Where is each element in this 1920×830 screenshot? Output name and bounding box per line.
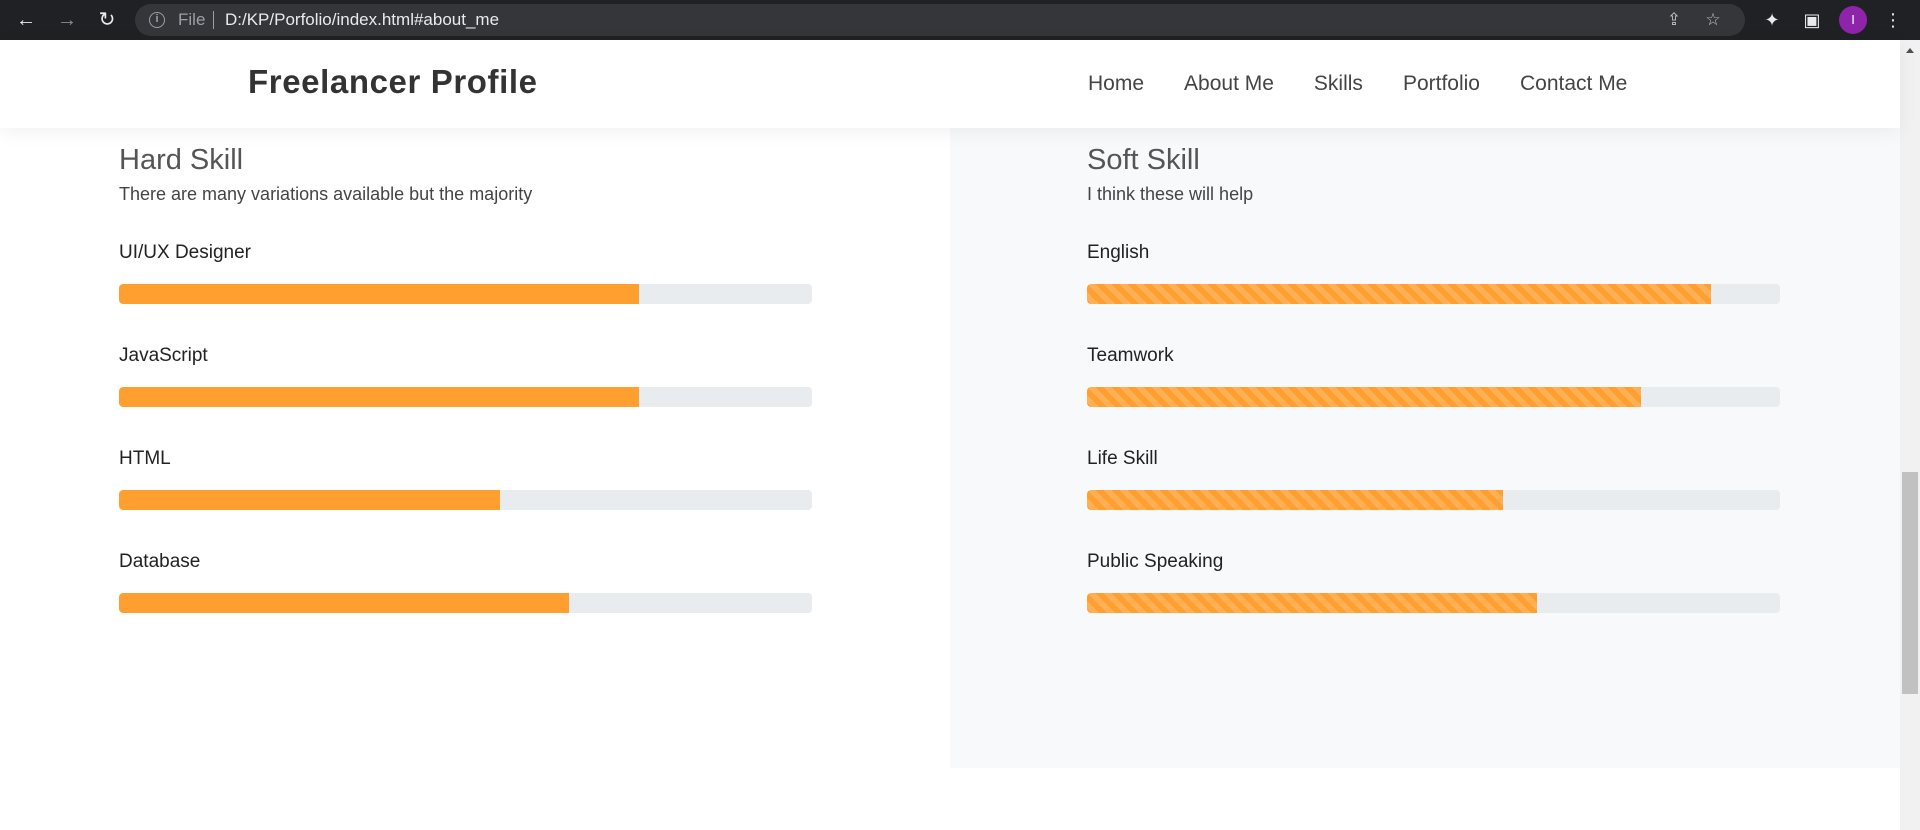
progress-track	[1087, 490, 1780, 510]
skill-item: JavaScript	[119, 308, 812, 411]
skill-item: English	[1087, 205, 1780, 308]
progress-fill	[119, 593, 570, 613]
skill-item: Teamwork	[1087, 308, 1780, 411]
progress-fill	[1087, 387, 1642, 407]
progress-fill	[1087, 593, 1538, 613]
nav-skills[interactable]: Skills	[1314, 71, 1363, 97]
reload-icon[interactable]: ↻	[91, 4, 123, 36]
nav-contact-me[interactable]: Contact Me	[1520, 71, 1627, 97]
share-icon[interactable]: ⇪	[1662, 8, 1686, 32]
progress-fill	[1087, 490, 1503, 510]
skill-item: HTML	[119, 411, 812, 514]
menu-kebab-icon[interactable]: ⋮	[1877, 4, 1909, 36]
soft-skill-subtitle: I think these will help	[1087, 184, 1254, 204]
url-text[interactable]: D:/KP/Porfolio/index.html#about_me	[225, 10, 499, 30]
skill-item: Database	[119, 514, 812, 617]
skill-item: Public Speaking	[1087, 514, 1780, 617]
scheme-label: File	[178, 10, 206, 29]
main-nav: Home About Me Skills Portfolio Contact M…	[1088, 71, 1627, 97]
skill-name: Database	[119, 551, 201, 572]
skill-name: Public Speaking	[1087, 551, 1224, 572]
scroll-up-arrow-icon[interactable]	[1906, 48, 1914, 53]
skill-name: JavaScript	[119, 345, 208, 366]
hard-skill-title: Hard Skill	[119, 144, 244, 176]
info-icon[interactable]: i	[149, 12, 165, 28]
forward-icon[interactable]: →	[51, 4, 83, 36]
progress-track	[1087, 284, 1780, 304]
progress-track	[119, 387, 812, 407]
soft-skill-title: Soft Skill	[1087, 144, 1200, 176]
extensions-icon[interactable]: ✦	[1756, 4, 1788, 36]
profile-avatar[interactable]: I	[1839, 6, 1867, 34]
skill-name: English	[1087, 242, 1150, 263]
back-icon[interactable]: ←	[10, 4, 42, 36]
skill-item: Life Skill	[1087, 411, 1780, 514]
progress-track	[1087, 387, 1780, 407]
nav-portfolio[interactable]: Portfolio	[1403, 71, 1480, 97]
site-header: Freelancer Profile Home About Me Skills …	[0, 40, 1900, 128]
soft-skill-section: Soft Skill I think these will help Engli…	[1087, 128, 1780, 617]
address-bar[interactable]: i File D:/KP/Porfolio/index.html#about_m…	[135, 4, 1745, 36]
skill-name: UI/UX Designer	[119, 242, 251, 263]
progress-track	[119, 490, 812, 510]
progress-fill	[119, 490, 501, 510]
progress-fill	[119, 387, 639, 407]
skill-name: HTML	[119, 448, 171, 469]
progress-track	[119, 593, 812, 613]
skill-name: Life Skill	[1087, 448, 1158, 469]
nav-about-me[interactable]: About Me	[1184, 71, 1274, 97]
bookmark-star-icon[interactable]: ☆	[1701, 8, 1725, 32]
progress-fill	[119, 284, 639, 304]
hard-skill-subtitle: There are many variations available but …	[119, 184, 533, 204]
scrollbar-thumb[interactable]	[1902, 472, 1918, 694]
browser-toolbar: ← → ↻ i File D:/KP/Porfolio/index.html#a…	[0, 0, 1920, 40]
hard-skill-section: Hard Skill There are many variations ava…	[119, 128, 812, 617]
skill-item: UI/UX Designer	[119, 205, 812, 308]
page-scrollbar[interactable]	[1900, 40, 1920, 830]
progress-track	[1087, 593, 1780, 613]
skill-name: Teamwork	[1087, 345, 1174, 366]
address-separator	[213, 11, 214, 29]
progress-fill	[1087, 284, 1711, 304]
side-panel-icon[interactable]: ▣	[1796, 4, 1828, 36]
brand-title[interactable]: Freelancer Profile	[248, 62, 538, 102]
progress-track	[119, 284, 812, 304]
nav-home[interactable]: Home	[1088, 71, 1144, 97]
